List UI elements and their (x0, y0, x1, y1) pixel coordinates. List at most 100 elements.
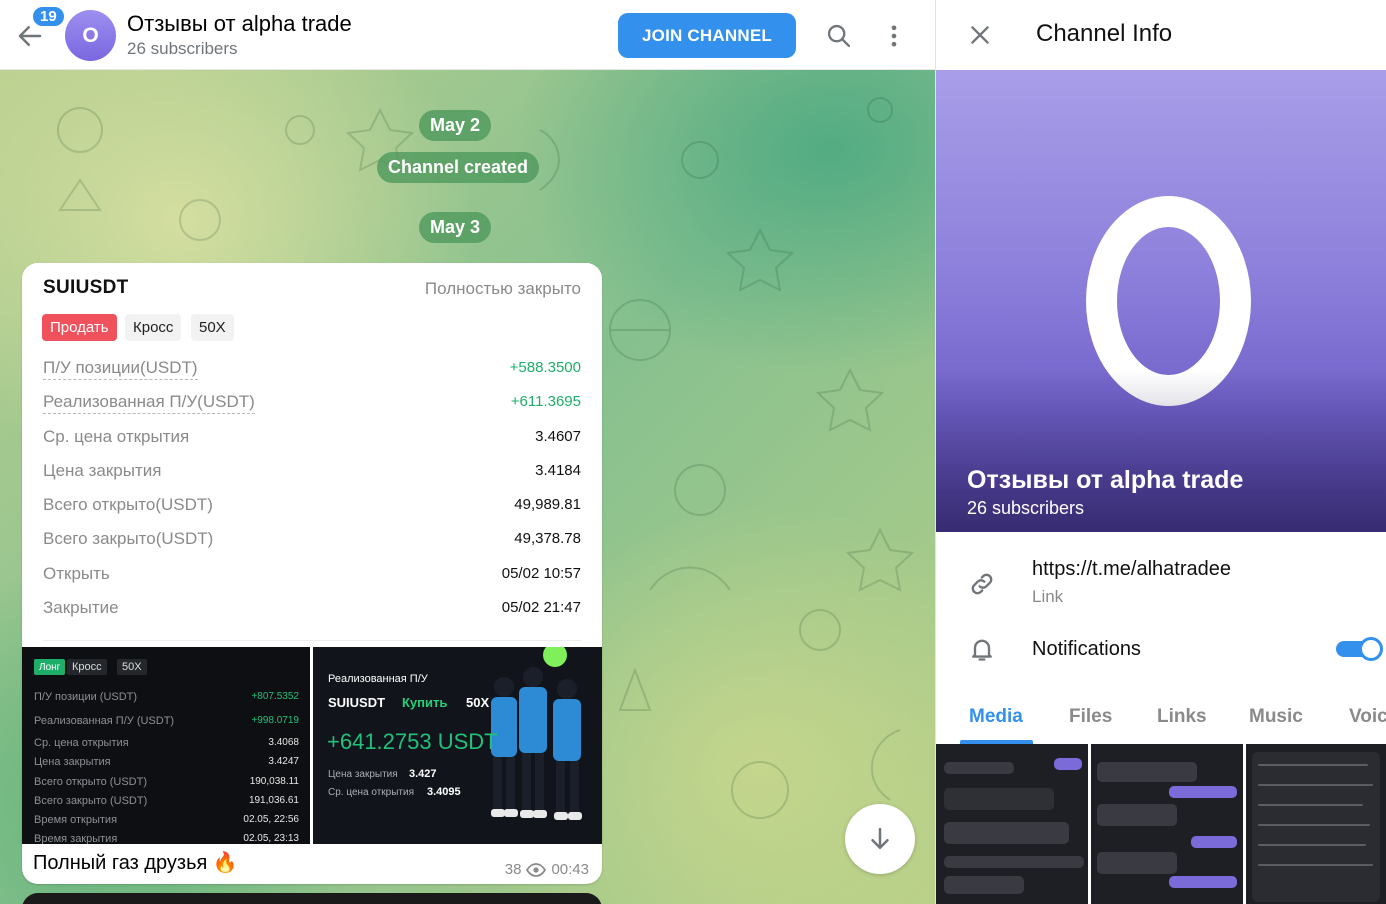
notifications-toggle[interactable] (1336, 637, 1383, 661)
chat-panel: 19 О Отзывы от alpha trade 26 subscriber… (0, 0, 935, 904)
next-message-bubble[interactable] (22, 893, 602, 904)
tab-voice[interactable]: Voice (1349, 706, 1386, 728)
row-label: Закрытие (43, 598, 119, 617)
shot-row-label: Время открытия (34, 814, 118, 826)
close-info-button[interactable] (960, 15, 1000, 55)
unread-badge: 19 (31, 5, 66, 28)
media-thumbnail[interactable] (1246, 744, 1386, 904)
trade-status: Полностью закрыто (424, 279, 581, 298)
arrow-down-icon (871, 827, 889, 849)
more-vertical-icon (891, 25, 897, 47)
channel-subscribers: 26 subscribers (967, 498, 1085, 518)
scroll-down-button[interactable] (845, 804, 915, 874)
shot-row-label: Ср. цена открытия (34, 737, 129, 749)
shot-row: Ср. цена открытия 3.4068 (34, 737, 299, 751)
shot-side-tag: Лонг (34, 659, 66, 675)
link-icon-wrap (966, 568, 998, 600)
thumb-bubble (1191, 836, 1237, 848)
link-icon (971, 573, 993, 595)
shot-row-value: 02.05, 23:13 (243, 833, 299, 844)
row-value: 49,989.81 (514, 496, 581, 513)
thumb-bubble (1097, 804, 1177, 826)
shot2-heading: Реализованная П/У (328, 673, 428, 685)
notifications-label: Notifications (1032, 638, 1141, 660)
message-text: Полный газ друзья 🔥 (33, 852, 238, 874)
shot-row-label: Время закрытия (34, 833, 118, 844)
tab-links[interactable]: Links (1157, 706, 1207, 728)
tab-music[interactable]: Music (1249, 706, 1303, 728)
trade-row: Всего открыто(USDT) 49,989.81 (43, 495, 581, 521)
row-value: 49,378.78 (514, 530, 581, 547)
trade-row: Цена закрытия 3.4184 (43, 461, 581, 487)
shot-row-value: 3.4247 (268, 756, 299, 767)
info-title: Channel Info (1036, 20, 1173, 47)
channel-name: Отзывы от alpha trade (967, 466, 1244, 494)
chat-background: May 2 Channel created May 3 SUIUSDT Полн… (0, 70, 935, 904)
shot-row-value: 191,036.61 (248, 795, 299, 806)
bell-icon (972, 639, 992, 661)
row-value: 05/02 21:47 (501, 599, 581, 616)
more-button[interactable] (874, 16, 914, 56)
thumb-bubble (1169, 786, 1237, 798)
shot-row-value: +998.0719 (251, 715, 299, 726)
row-value: 3.4607 (535, 428, 581, 445)
trade-symbol: SUIUSDT (43, 277, 129, 298)
channel-link[interactable]: https://t.me/alhatradee (1032, 558, 1231, 581)
bell-icon-wrap (966, 633, 998, 665)
message-bubble[interactable]: SUIUSDT Полностью закрыто Продать Кросс … (22, 263, 602, 884)
divider (43, 640, 581, 641)
row-value: +611.3695 (510, 393, 581, 410)
info-header: Channel Info (936, 0, 1386, 70)
thumb-bubble (944, 876, 1024, 894)
chat-subtitle: 26 subscribers (127, 39, 238, 58)
trade-row: Реализованная П/У(USDT) +611.3695 (43, 392, 581, 418)
date-badge: May 2 (419, 110, 492, 141)
join-channel-button[interactable]: JOIN CHANNEL (618, 13, 796, 58)
trade-row: Открыть 05/02 10:57 (43, 564, 581, 590)
shot2-side: Купить (402, 695, 448, 710)
media-photo-1[interactable]: Лонг Кросс 50X П/У позиции (USDT) +807.53… (22, 647, 310, 844)
shot-row: Всего закрыто (USDT) 191,036.61 (34, 795, 299, 809)
tab-media[interactable]: Media (969, 706, 1023, 728)
row-label: Открыть (43, 564, 110, 583)
row-label: Цена закрытия (43, 461, 162, 480)
media-thumbnail[interactable] (936, 744, 1088, 904)
thumb-line (1258, 844, 1366, 846)
search-icon (827, 24, 851, 48)
shot-row-label: П/У позиции (USDT) (34, 691, 138, 703)
thumb-bubble (944, 822, 1069, 844)
shot2-symbol: SUIUSDT (328, 695, 386, 710)
chat-title[interactable]: Отзывы от alpha trade (127, 11, 352, 37)
view-count: 38 (504, 861, 522, 878)
row-value: 05/02 10:57 (501, 565, 581, 582)
tab-files[interactable]: Files (1069, 706, 1112, 728)
margin-tag: Кросс (125, 314, 182, 341)
shot-row: Время открытия 02.05, 22:56 (34, 814, 299, 828)
shot-row-label: Всего закрыто (USDT) (34, 795, 148, 807)
media-photo-2[interactable]: Реализованная П/У SUIUSDT Купить 50X +64… (313, 647, 602, 844)
close-icon (971, 26, 989, 44)
trade-card: SUIUSDT Полностью закрыто Продать Кросс … (22, 263, 602, 647)
row-label: Всего закрыто(USDT) (43, 529, 214, 548)
shot-leverage-tag: 50X (117, 659, 147, 675)
shot-row-value: 02.05, 22:56 (243, 814, 299, 825)
channel-info-panel: Channel Info Отзывы от alpha trade 26 su… (935, 0, 1386, 904)
channel-avatar[interactable]: О (65, 10, 116, 61)
shot2-leverage: 50X (466, 695, 490, 710)
search-button[interactable] (819, 16, 859, 56)
shot-row: Цена закрытия 3.4247 (34, 756, 299, 770)
shot-row: П/У позиции (USDT) +807.5352 (34, 691, 299, 705)
row-label: Реализованная П/У(USDT) (43, 392, 255, 414)
shot-row: Реализованная П/У (USDT) +998.0719 (34, 715, 299, 729)
thumb-bubble (944, 856, 1084, 868)
row-label: Ср. цена открытия (43, 427, 190, 446)
channel-avatar-large[interactable]: Отзывы от alpha trade 26 subscribers (936, 70, 1386, 532)
channel-link-label: Link (1032, 587, 1064, 606)
row-label: П/У позиции(USDT) (43, 358, 198, 380)
row-value: 3.4184 (535, 462, 581, 479)
channel-created-badge: Channel created (377, 152, 540, 183)
thumb-bubble (944, 762, 1014, 774)
media-thumbnail[interactable] (1091, 744, 1243, 904)
thumb-bubble (944, 788, 1054, 810)
thumb-line (1258, 804, 1363, 806)
